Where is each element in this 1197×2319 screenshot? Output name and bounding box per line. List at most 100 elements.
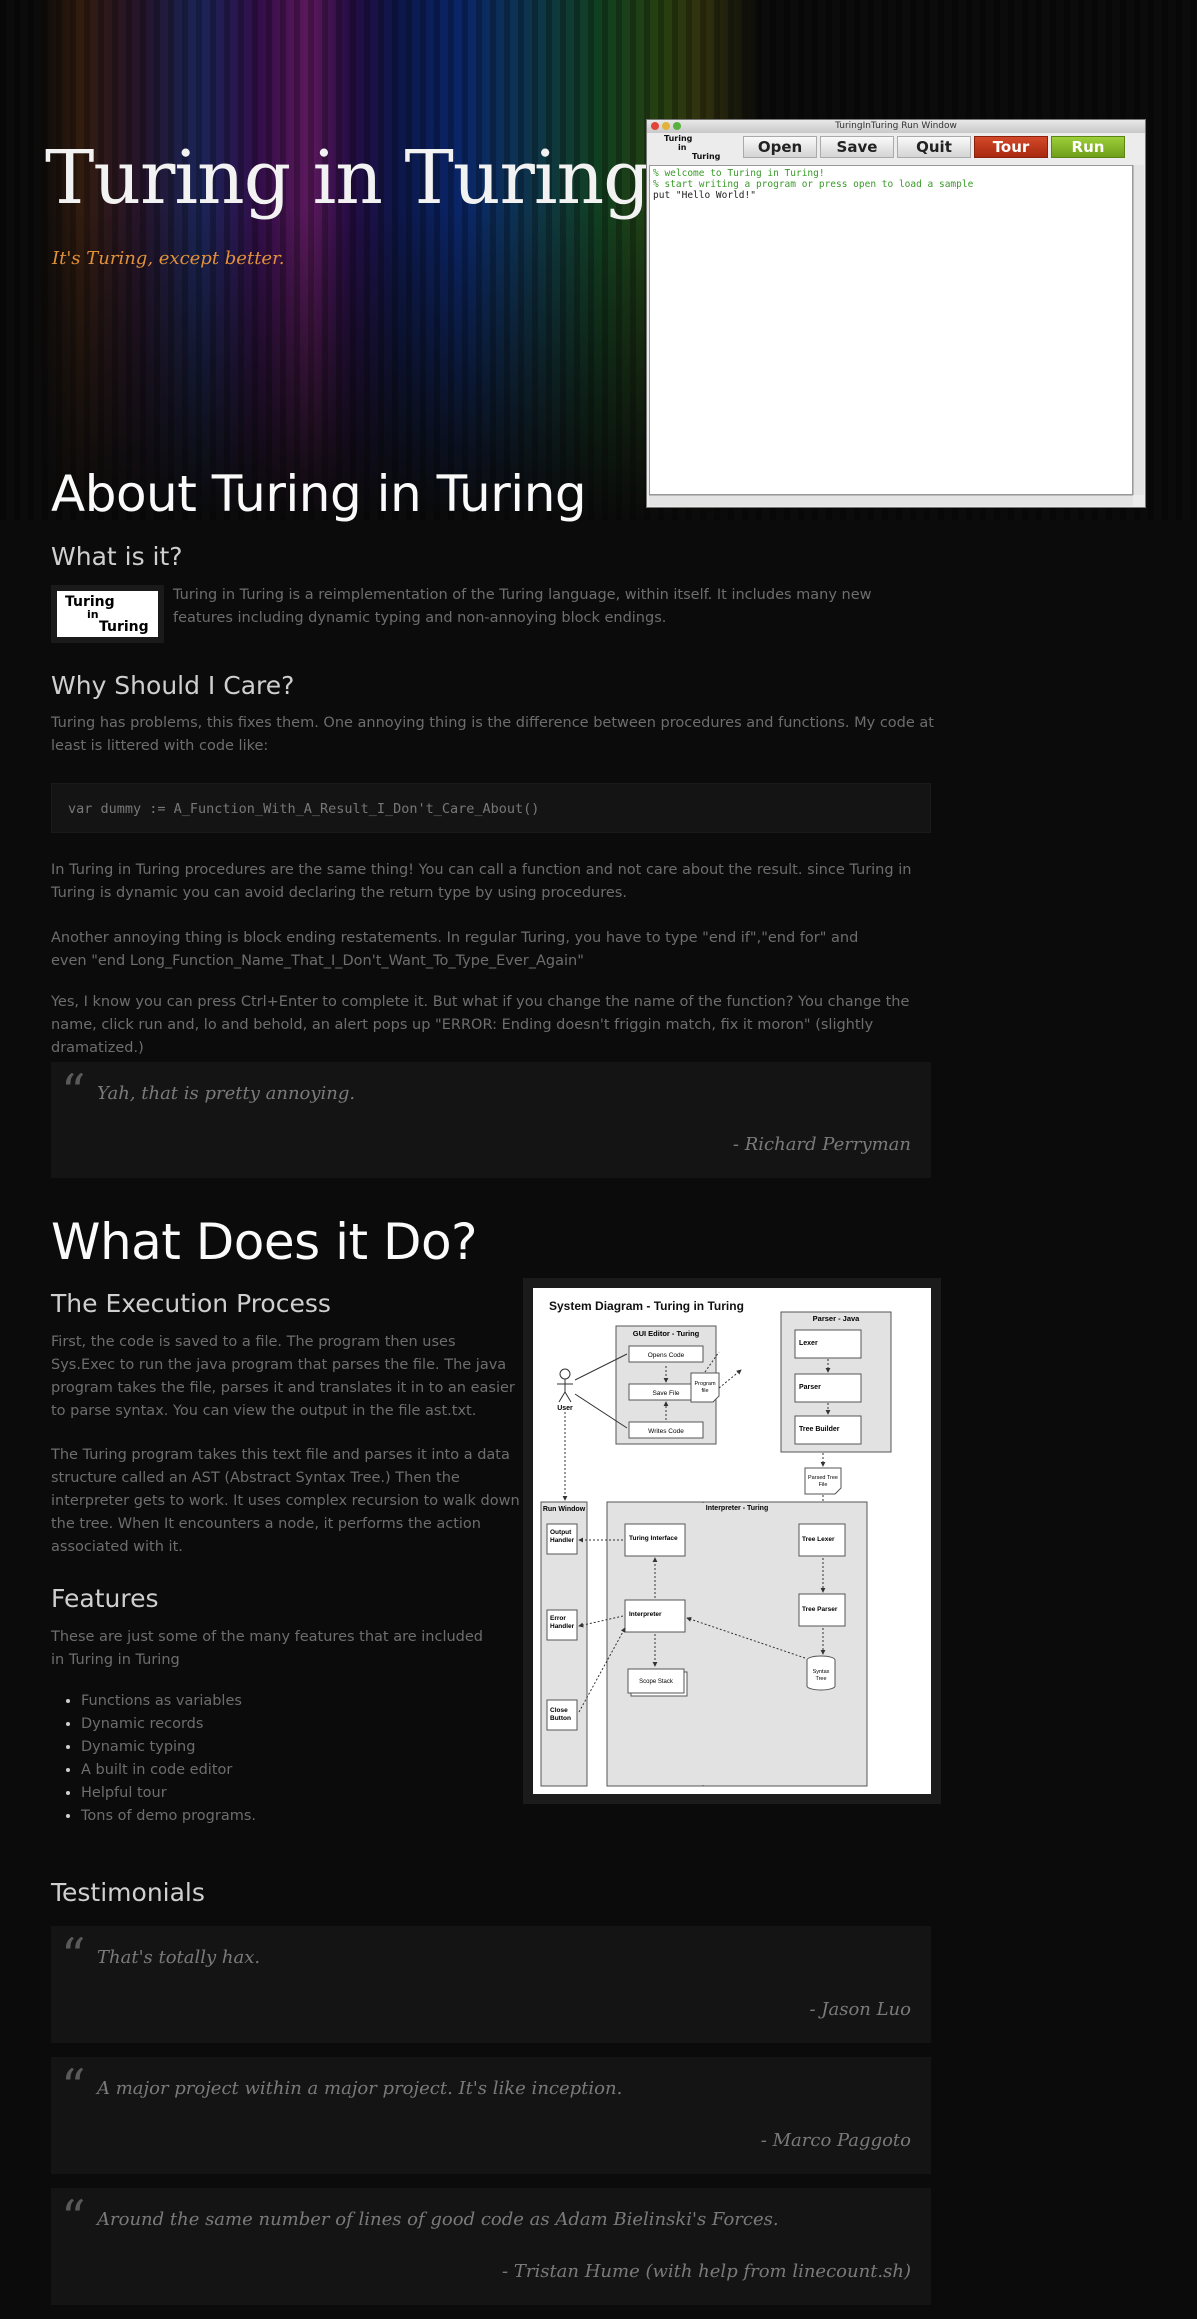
run-window-title: TuringInTuring Run Window — [835, 121, 957, 131]
exec-heading: The Execution Process — [51, 1289, 331, 1318]
interpreter-node-label: Interpreter — [629, 1611, 662, 1618]
testimonial-block: “ That's totally hax. - Jason Luo — [51, 1926, 931, 2043]
system-diagram-svg: System Diagram - Turing in Turing GUI Ed… — [533, 1288, 931, 1794]
code-line: % welcome to Turing in Turing! — [653, 168, 825, 179]
tree-lexer-label: Tree Lexer — [802, 1536, 835, 1543]
tree-parser-label: Tree Parser — [802, 1606, 838, 1613]
save-file-label: Save File — [652, 1390, 679, 1397]
what-text: Turing in Turing is a reimplementation o… — [173, 587, 872, 626]
save-button[interactable]: Save — [820, 136, 894, 158]
diagram-title: System Diagram - Turing in Turing — [549, 1299, 744, 1313]
program-file-label-1: Program — [694, 1381, 716, 1387]
quote-text: Yah, that is pretty annoying. — [97, 1083, 356, 1104]
quote-mark-icon: “ — [61, 2059, 86, 2115]
list-item: Tons of demo programs. — [81, 1805, 256, 1828]
program-file-label-2: file — [701, 1388, 708, 1394]
testimonial-author: - Jason Luo — [809, 1999, 911, 2020]
code-line: % start writing a program or press open … — [653, 179, 974, 190]
tree-builder-label: Tree Builder — [799, 1426, 840, 1433]
testimonial-block: “ Around the same number of lines of goo… — [51, 2188, 931, 2305]
features-heading: Features — [51, 1584, 159, 1613]
opens-code-label: Opens Code — [648, 1352, 685, 1359]
tour-button[interactable]: Tour — [974, 136, 1048, 158]
logo-line-1: Turing — [664, 133, 693, 143]
open-button[interactable]: Open — [743, 136, 817, 158]
parsed-tree-label-2: File — [819, 1482, 828, 1488]
output-handler-label-2: Handler — [550, 1537, 575, 1544]
exec-paragraph-2: The Turing program takes this text file … — [51, 1447, 520, 1555]
horizontal-scrollbar[interactable] — [649, 495, 1133, 506]
run-button[interactable]: Run — [1051, 136, 1125, 158]
exec-paragraph-1: First, the code is saved to a file. The … — [51, 1334, 515, 1419]
features-intro: These are just some of the many features… — [51, 1629, 484, 1668]
code-editor[interactable]: % welcome to Turing in Turing! % start w… — [649, 165, 1133, 495]
quit-button[interactable]: Quit — [897, 136, 971, 158]
lexer-label: Lexer — [799, 1340, 818, 1347]
vertical-scrollbar[interactable] — [1133, 165, 1144, 495]
run-window-toolbar: Turing in Turing Open Save Quit Tour Run — [647, 133, 1145, 161]
testimonial-author: - Tristan Hume (with help from linecount… — [502, 2261, 911, 2282]
testimonial-text: A major project within a major project. … — [97, 2078, 623, 2099]
parsed-tree-label-1: Parsed Tree — [808, 1475, 838, 1481]
syntax-tree-label-1: Syntax — [813, 1669, 830, 1675]
site-tagline: It's Turing, except better. — [52, 248, 285, 269]
run-window-screenshot: TuringInTuring Run Window Turing in Turi… — [646, 119, 1146, 508]
logo-line-2: in — [678, 142, 687, 152]
testimonial-author: - Marco Paggoto — [760, 2130, 911, 2151]
parser-java-title: Parser - Java — [813, 1314, 861, 1323]
minimize-dot-icon — [662, 122, 670, 130]
scope-stack-label: Scope Stack — [639, 1679, 674, 1685]
quote-author: - Richard Perryman — [732, 1134, 911, 1155]
testimonial-block: “ A major project within a major project… — [51, 2057, 931, 2174]
code-line: put "Hello World!" — [653, 190, 756, 201]
logo-line-3: Turing — [692, 151, 721, 161]
logo-line-3: Turing — [99, 619, 149, 635]
why-heading: Why Should I Care? — [51, 671, 295, 700]
what-heading: What is it? — [51, 542, 183, 571]
quote-mark-icon: “ — [61, 2190, 86, 2246]
user-body-icon — [557, 1379, 573, 1403]
quote-mark-icon: “ — [61, 1064, 86, 1120]
testimonial-text: Around the same number of lines of good … — [97, 2209, 779, 2230]
run-window-titlebar: TuringInTuring Run Window — [647, 120, 1145, 133]
about-heading: About Turing in Turing — [51, 465, 587, 523]
gui-editor-title: GUI Editor - Turing — [633, 1329, 700, 1338]
list-item: Functions as variables — [81, 1690, 256, 1713]
writes-code-label: Writes Code — [648, 1428, 684, 1435]
why-paragraph-1: Turing has problems, this fixes them. On… — [51, 715, 934, 754]
turing-logo-image: Turing in Turing — [51, 585, 164, 643]
error-handler-label-2: Handler — [550, 1623, 575, 1630]
system-diagram: System Diagram - Turing in Turing GUI Ed… — [523, 1278, 941, 1804]
features-list: Functions as variables Dynamic records D… — [51, 1690, 256, 1828]
quote-block: “ Yah, that is pretty annoying. - Richar… — [51, 1062, 931, 1178]
zoom-dot-icon — [673, 122, 681, 130]
code-example: var dummy := A_Function_With_A_Result_I_… — [51, 783, 931, 833]
error-handler-label-1: Error — [550, 1615, 566, 1622]
turing-interface-label: Turing Interface — [629, 1535, 678, 1542]
diagram-arrow — [718, 1369, 742, 1389]
quote-mark-icon: “ — [61, 1928, 86, 1984]
why-paragraph-4: Yes, I know you can press Ctrl+Enter to … — [51, 994, 910, 1056]
list-item: Dynamic typing — [81, 1736, 256, 1759]
site-title: Turing in Turing — [45, 135, 651, 221]
list-item: Dynamic records — [81, 1713, 256, 1736]
syntax-tree-icon — [806, 1660, 836, 1691]
logo-line-1: Turing — [65, 594, 115, 610]
parser-label: Parser — [799, 1384, 821, 1391]
why-paragraph-3: Another annoying thing is block ending r… — [51, 930, 859, 969]
list-item: Helpful tour — [81, 1782, 256, 1805]
syntax-tree-label-2: Tree — [815, 1676, 826, 1682]
why-paragraph-2: In Turing in Turing procedures are the s… — [51, 862, 912, 901]
user-label: User — [557, 1405, 573, 1412]
does-heading: What Does it Do? — [51, 1213, 478, 1271]
close-button-label-2: Button — [550, 1715, 571, 1722]
turing-logo: Turing in Turing — [650, 133, 740, 161]
testimonials-heading: Testimonials — [51, 1878, 205, 1907]
interpreter-title: Interpreter - Turing — [706, 1505, 768, 1512]
run-window-label: Run Window — [543, 1506, 586, 1513]
testimonial-text: That's totally hax. — [97, 1947, 261, 1968]
user-head-icon — [559, 1368, 571, 1380]
list-item: A built in code editor — [81, 1759, 256, 1782]
parsed-tree-file-icon — [804, 1467, 842, 1495]
close-button-label-1: Close — [550, 1707, 568, 1714]
